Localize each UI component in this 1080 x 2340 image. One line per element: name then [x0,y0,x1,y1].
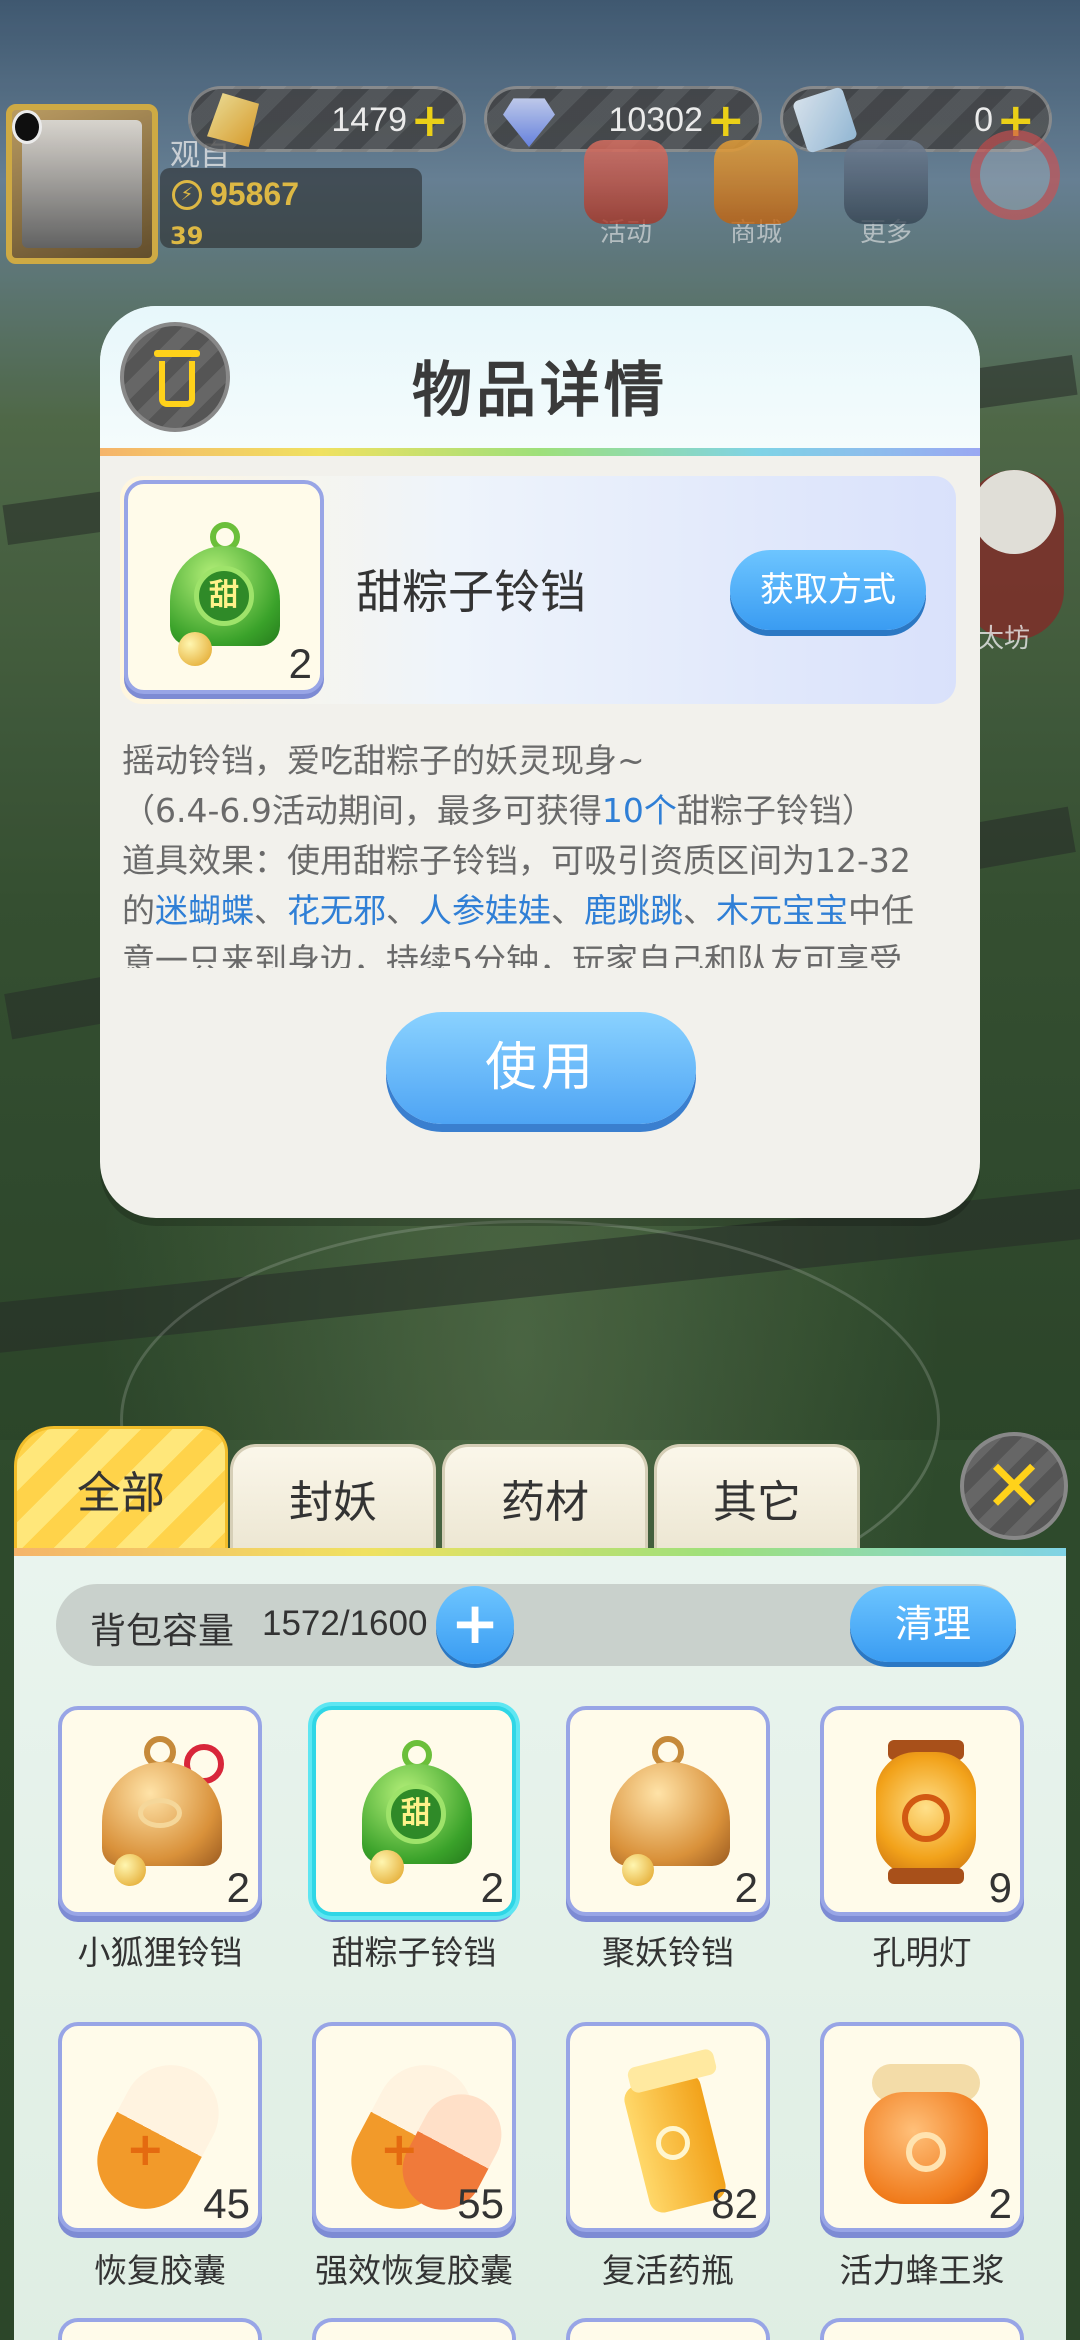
dialog-title: 物品详情 [412,356,668,426]
spirit-name: 木元宝宝 [716,891,848,930]
tab-herbs[interactable]: 药材 [442,1444,648,1552]
bag-slot-revive-potion[interactable]: 82 [566,2022,770,2232]
item-count: 2 [288,640,312,687]
slot-count: 2 [988,2180,1012,2227]
desc-line: 的迷蝴蝶、花无邪、人参娃娃、鹿跳跳、木元宝宝中任 [122,891,914,930]
close-button[interactable]: ✕ [960,1432,1068,1540]
gold-bell-icon [88,1732,236,1892]
item-name: 甜粽子铃铛 [356,565,586,619]
green-bell-icon: 甜 [160,522,290,666]
bag-slot-recovery-capsule[interactable]: + 45 [58,2022,262,2232]
slot-label: 甜粽子铃铛 [331,1933,497,1972]
slot-label: 恢复胶囊 [94,2251,226,2290]
green-bell-icon: 甜 [352,1740,500,1900]
tab-other[interactable]: 其它 [654,1444,860,1552]
slot-count: 82 [711,2180,758,2227]
spirit-name: 人参娃娃 [419,891,551,930]
desc-highlight: 10个 [601,791,677,830]
slot-label: 复活药瓶 [602,2251,734,2290]
spirit-name: 花无邪 [287,891,386,930]
item-description[interactable]: 摇动铃铛，爱吃甜粽子的妖灵现身~ （6.4-6.9活动期间，最多可获得10个甜粽… [122,736,958,968]
bag-slot-royal-jelly[interactable]: 2 [820,2022,1024,2232]
bag-slot-partial[interactable] [312,2318,516,2340]
tab-seal[interactable]: 封妖 [230,1444,436,1552]
lantern-icon [850,1732,998,1892]
capacity-label: 背包容量 [90,1611,235,1652]
slot-count: 9 [988,1864,1012,1911]
tab-all[interactable]: 全部 [14,1426,228,1552]
spirit-name: 鹿跳跳 [584,891,683,930]
slot-count: 2 [226,1864,250,1911]
slot-count: 2 [734,1864,758,1911]
bag-slot-partial[interactable] [58,2318,262,2340]
desc-line: 道具效果：使用甜粽子铃铛，可吸引资质区间为12-32 [122,841,911,880]
rainbow-divider [100,448,980,456]
bag-slot-strong-capsule[interactable]: + 55 [312,2022,516,2232]
slot-label: 孔明灯 [872,1933,972,1972]
slot-label: 强效恢复胶囊 [315,2251,513,2290]
slot-label: 聚妖铃铛 [602,1933,734,1972]
bag-capacity-bar: 背包容量 1572/1600 + 清理 [56,1584,1016,1666]
bag-slot-fox-bell[interactable]: 2 [58,1706,262,1916]
slot-count: 45 [203,2180,250,2227]
desc-line: （6.4-6.9活动期间，最多可获得10个甜粽子铃铛） [122,791,875,830]
obtain-method-button[interactable]: 获取方式 [730,550,926,630]
slot-label: 活力蜂王浆 [839,2251,1005,2290]
expand-capacity-button[interactable]: + [436,1586,514,1664]
bag-slot-partial[interactable] [820,2318,1024,2340]
capacity-value: 1572/1600 [262,1604,428,1643]
use-button[interactable]: 使用 [386,1012,696,1124]
item-detail-dialog: 物品详情 甜 2 甜粽子铃铛 获取方式 摇动铃铛，爱吃甜粽子的妖灵现身~ （6.… [100,306,980,1218]
item-summary-card: 甜 2 甜粽子铃铛 获取方式 [120,476,956,704]
honey-jar-icon [850,2048,998,2208]
bag-slot-partial[interactable] [566,2318,770,2340]
bronze-bell-icon [596,1732,744,1892]
desc-line: 意一只来到身边，持续5分钟，玩家自己和队友可享受 [122,941,902,968]
spirit-name: 迷蝴蝶 [155,891,254,930]
slot-count: 2 [480,1864,504,1911]
item-thumbnail: 甜 2 [124,480,324,694]
slot-count: 55 [457,2180,504,2227]
bag-slot-gather-bell[interactable]: 2 [566,1706,770,1916]
desc-line: 摇动铃铛，爱吃甜粽子的妖灵现身~ [122,741,645,780]
slot-label: 小狐狸铃铛 [77,1933,243,1972]
clean-button[interactable]: 清理 [850,1586,1016,1662]
bag-slot-lantern[interactable]: 9 [820,1706,1024,1916]
bag-slot-zongzi-bell[interactable]: 甜 2 [312,1706,516,1916]
